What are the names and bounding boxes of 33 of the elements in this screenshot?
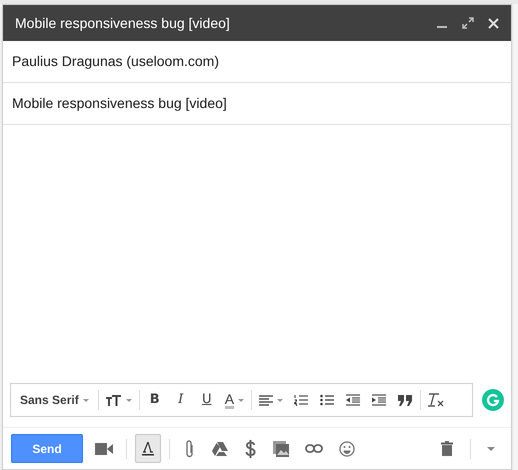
caret-icon [82,398,89,402]
text-color-button[interactable]: A [222,387,248,413]
paperclip-icon[interactable] [185,440,195,458]
caret-icon [277,398,284,402]
formatting-options-button[interactable] [135,434,161,463]
expand-icon[interactable] [462,17,474,29]
bulleted-list-icon [320,394,334,406]
caret-icon [238,398,244,402]
numbered-list-icon [294,394,308,406]
indent-icon [372,394,386,406]
align-icon [259,394,274,406]
clear-formatting-icon [428,393,444,407]
dollar-icon[interactable] [245,440,256,458]
text-size-icon [106,394,122,406]
bold-button[interactable]: B [144,387,166,413]
font-dropdown[interactable]: Sans Serif [17,387,92,413]
close-icon[interactable] [488,18,499,28]
emoji-icon[interactable] [339,440,355,456]
caret-icon[interactable] [487,446,495,450]
outdent-icon [346,394,360,406]
subject-field[interactable]: Mobile responsiveness bug [video] [12,93,227,114]
drive-icon[interactable] [212,442,228,456]
video-camera-icon[interactable] [95,442,113,454]
recipient-field[interactable]: Paulius Dragunas (useloom.com) [12,51,219,72]
photo-icon[interactable] [273,440,289,456]
trash-icon[interactable] [441,441,453,456]
window-title: Mobile responsiveness bug [video] [15,14,231,33]
link-icon[interactable] [305,444,323,453]
underline-button[interactable]: U [196,387,218,413]
quote-icon [398,394,412,406]
text-formatting-icon [142,441,154,456]
caret-icon [126,398,132,402]
italic-button[interactable]: I [170,387,192,413]
